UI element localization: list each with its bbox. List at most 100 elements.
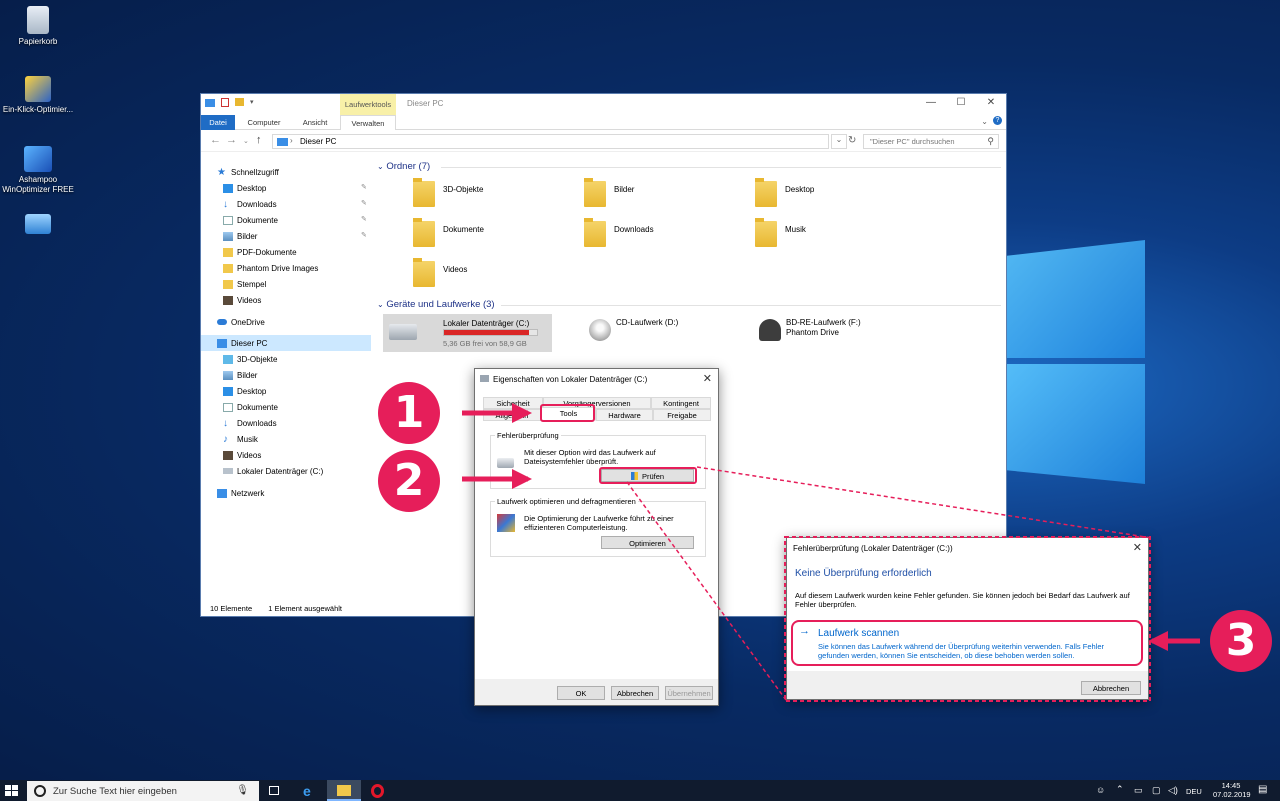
chevron-up-icon[interactable]: ⌃: [1116, 784, 1124, 795]
action-center-icon[interactable]: ▤: [1258, 784, 1267, 795]
taskbar-opera[interactable]: [361, 780, 395, 801]
ribbon-tabs: Datei Computer Ansicht Verwalten ⌄ ?: [201, 115, 1006, 130]
nav-label: Videos: [237, 450, 262, 460]
error-check-text: Mit dieser Option wird das Laufwerk auf …: [524, 448, 656, 466]
nav-this-pc[interactable]: Dieser PC: [201, 335, 371, 351]
nav-item-pictures[interactable]: Bilder: [223, 228, 257, 244]
address-bar-row: ← → ⌄ ↑ › Dieser PC ⌄ ↻ "Dieser PC" durc…: [201, 130, 1006, 152]
nav-pc-music[interactable]: ♪ Musik: [223, 431, 258, 447]
nav-item-phantom-drive[interactable]: Phantom Drive Images: [223, 260, 318, 276]
task-view-button[interactable]: [257, 780, 291, 801]
taskbar-edge[interactable]: e: [293, 780, 327, 801]
nav-label: Desktop: [237, 386, 267, 396]
up-icon[interactable]: ↑: [256, 134, 262, 146]
drive-label: Lokaler Datenträger (C:): [443, 319, 530, 328]
network-icon[interactable]: ▭: [1134, 785, 1143, 796]
nav-item-desktop[interactable]: Desktop: [223, 180, 266, 196]
qat-dropdown-icon[interactable]: ▾: [250, 98, 254, 107]
back-icon[interactable]: ←: [210, 134, 221, 146]
nav-item-pdf-documents[interactable]: PDF-Dokumente: [223, 244, 297, 260]
close-button[interactable]: ✕: [976, 97, 1006, 108]
tab-general[interactable]: Allgemein: [483, 409, 541, 421]
clock[interactable]: 14:45 07.02.2019: [1213, 781, 1251, 799]
new-folder-icon[interactable]: [235, 98, 244, 106]
search-input[interactable]: "Dieser PC" durchsuchen ⚲: [863, 134, 999, 149]
folder-3d-objects[interactable]: 3D-Objekte: [413, 178, 583, 221]
tab-sharing[interactable]: Freigabe: [653, 409, 711, 421]
drive-cd-d[interactable]: CD-Laufwerk (D:): [583, 314, 743, 352]
pin-icon: ✎: [361, 216, 367, 223]
folder-videos[interactable]: Videos: [413, 258, 583, 301]
nav-network[interactable]: Netzwerk: [217, 485, 264, 501]
taskbar-search-input[interactable]: Zur Suche Text hier eingeben 🎙: [27, 781, 259, 801]
nav-pc-videos[interactable]: Videos: [223, 447, 261, 463]
address-field[interactable]: › Dieser PC: [272, 134, 829, 149]
address-dropdown-icon[interactable]: ⌄: [831, 134, 847, 149]
tab-quota[interactable]: Kontingent: [651, 397, 711, 409]
drives-group-header[interactable]: ⌄ Geräte und Laufwerke (3): [377, 299, 495, 310]
forward-icon[interactable]: →: [226, 134, 237, 146]
desktop-icon-shortcut[interactable]: [0, 214, 76, 237]
cancel-button[interactable]: Abbrechen: [1081, 681, 1141, 695]
folder-videos-icon: [413, 258, 435, 287]
ok-button[interactable]: OK: [557, 686, 605, 700]
tab-computer[interactable]: Computer: [239, 115, 289, 130]
drive-local-c[interactable]: Lokaler Datenträger (C:) 5,36 GB frei vo…: [383, 314, 552, 352]
folder-documents[interactable]: Dokumente: [413, 218, 583, 261]
nav-pc-3d-objects[interactable]: 3D-Objekte: [223, 351, 277, 367]
taskbar-file-explorer[interactable]: [327, 780, 361, 801]
nav-item-downloads[interactable]: ↓ Downloads: [223, 196, 277, 212]
folder-downloads[interactable]: Downloads: [584, 218, 754, 261]
bd-drive-icon: [759, 319, 781, 341]
nav-item-documents[interactable]: Dokumente: [223, 212, 278, 228]
nav-pc-documents[interactable]: Dokumente: [223, 399, 278, 415]
tab-hardware[interactable]: Hardware: [596, 409, 653, 421]
ribbon-expand-icon[interactable]: ⌄: [981, 117, 988, 126]
close-icon[interactable]: ✕: [1133, 541, 1142, 554]
tab-security[interactable]: Sicherheit: [483, 397, 543, 409]
quick-access-toolbar: ▾: [205, 98, 254, 107]
start-button[interactable]: [0, 780, 24, 801]
people-icon[interactable]: ☺: [1096, 785, 1105, 795]
window-title: Dieser PC: [407, 99, 444, 108]
nav-pc-local-disk[interactable]: Lokaler Datenträger (C:): [223, 463, 323, 479]
folder-music[interactable]: Musik: [755, 218, 925, 261]
desktop-icon-winoptimizer[interactable]: Ashampoo WinOptimizer FREE: [0, 146, 76, 195]
language-indicator[interactable]: DEU: [1186, 787, 1202, 796]
folder-desktop[interactable]: Desktop: [755, 178, 925, 221]
optimize-button[interactable]: Optimieren: [601, 536, 694, 549]
tab-view[interactable]: Ansicht: [293, 115, 337, 130]
nav-label: Musik: [237, 434, 258, 444]
maximize-button[interactable]: ☐: [946, 97, 976, 108]
recent-dropdown-icon[interactable]: ⌄: [243, 137, 249, 145]
computer-icon: [277, 138, 288, 146]
nav-item-videos[interactable]: Videos: [223, 292, 261, 308]
refresh-icon[interactable]: ↻: [848, 135, 856, 146]
wallpaper-windows-logo: [1000, 240, 1150, 490]
cancel-button[interactable]: Abbrechen: [611, 686, 659, 700]
properties-icon[interactable]: [221, 98, 229, 107]
nav-item-stempel[interactable]: Stempel: [223, 276, 266, 292]
desktop-icon-recycle-bin[interactable]: Papierkorb: [0, 6, 76, 47]
apply-button[interactable]: Übernehmen: [665, 686, 713, 700]
folders-group-header[interactable]: ⌄ Ordner (7): [377, 161, 430, 172]
tab-file[interactable]: Datei: [201, 115, 235, 130]
nav-pc-desktop[interactable]: Desktop: [223, 383, 266, 399]
drive-label: CD-Laufwerk (D:): [616, 318, 679, 327]
computer-icon[interactable]: [205, 99, 215, 107]
nav-quick-access[interactable]: ★ Schnellzugriff: [217, 164, 279, 180]
nav-pc-pictures[interactable]: Bilder: [223, 367, 257, 383]
help-icon[interactable]: ?: [993, 116, 1002, 125]
app-shortcut-icon: [25, 214, 51, 234]
nav-pc-downloads[interactable]: ↓ Downloads: [223, 415, 277, 431]
nav-onedrive[interactable]: OneDrive: [217, 314, 265, 330]
drive-bd-f[interactable]: BD-RE-Laufwerk (F:) Phantom Drive: [753, 314, 913, 352]
minimize-button[interactable]: —: [916, 97, 946, 108]
volume-icon[interactable]: ◁): [1168, 785, 1178, 796]
folder-pictures[interactable]: Bilder: [584, 178, 754, 221]
message-icon[interactable]: ▢: [1152, 785, 1161, 796]
desktop-icon-one-click-optimizer[interactable]: Ein-Klick-Optimier...: [0, 76, 76, 115]
nav-label: OneDrive: [231, 317, 265, 327]
tab-manage[interactable]: Verwalten: [340, 115, 396, 130]
close-icon[interactable]: ✕: [703, 372, 712, 385]
